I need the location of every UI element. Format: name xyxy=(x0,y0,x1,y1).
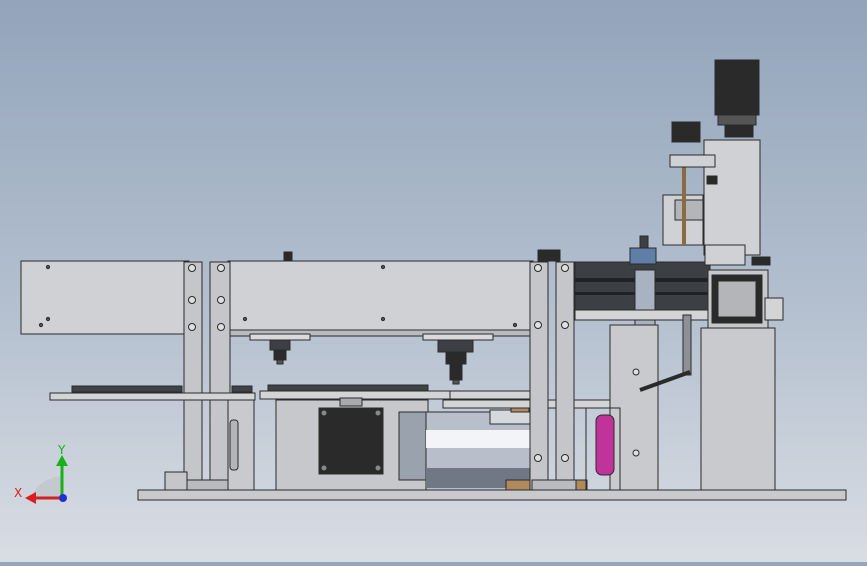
motor-screw xyxy=(320,409,328,417)
bracket-slot xyxy=(229,419,239,471)
spindle-left xyxy=(249,333,311,365)
screw-hole xyxy=(38,322,44,328)
z-top-motor xyxy=(714,59,760,116)
x-axis-arrow xyxy=(25,492,36,504)
post-bolt xyxy=(188,296,196,304)
tower-motor-inner xyxy=(717,280,757,318)
sensor-block xyxy=(629,247,657,265)
left-housing-panel xyxy=(20,260,190,335)
x-axis-label: X xyxy=(14,486,22,500)
motor-screw xyxy=(374,409,382,417)
motor-mount-cap xyxy=(339,397,363,407)
screw-hole xyxy=(242,316,248,322)
z-coupling xyxy=(724,124,754,138)
screw-hole xyxy=(512,322,518,328)
motor-screw xyxy=(320,464,328,472)
post-bolt xyxy=(561,264,569,272)
z-top-bracket xyxy=(669,154,716,168)
top-knob xyxy=(283,251,293,262)
post-bolt xyxy=(188,323,196,331)
post-bolt xyxy=(561,454,569,462)
cad-viewport[interactable]: Y X xyxy=(0,0,867,562)
middle-shelf xyxy=(449,390,533,400)
column-bolt xyxy=(632,449,640,457)
tower-clamp xyxy=(764,297,784,321)
machine-assembly xyxy=(20,59,847,501)
post-bolt xyxy=(217,264,225,272)
screw-hole xyxy=(380,316,386,322)
magenta-disk xyxy=(595,414,615,476)
left-shelf xyxy=(49,392,256,401)
top-knob xyxy=(537,249,561,262)
post-bolt xyxy=(561,321,569,329)
screw-hole xyxy=(380,264,386,270)
post-bolt xyxy=(534,321,542,329)
module-endcap xyxy=(574,309,714,321)
post-bolt xyxy=(188,264,196,272)
y-axis-label: Y xyxy=(57,443,66,457)
z-motor-shaft-cap xyxy=(717,114,757,126)
knob xyxy=(751,256,771,266)
post-bolt xyxy=(217,296,225,304)
brass-bushing xyxy=(505,479,531,491)
sensor-tip xyxy=(639,235,649,249)
tower-base xyxy=(700,327,776,491)
small-foot xyxy=(164,471,188,491)
knob xyxy=(706,175,718,185)
spindle-center xyxy=(422,333,494,385)
post-bolt xyxy=(534,454,542,462)
post-foot xyxy=(185,479,229,491)
main-housing-panel xyxy=(227,260,534,335)
left-shelf-pad xyxy=(71,385,183,393)
post-foot xyxy=(531,479,577,491)
axis-origin xyxy=(59,494,67,502)
coordinate-triad: Y X xyxy=(14,443,68,504)
column-bolt xyxy=(632,368,640,376)
base-plate xyxy=(137,489,847,501)
assembly-drawing: Y X xyxy=(14,59,847,504)
z-lower-bracket xyxy=(704,244,746,266)
rack-gear xyxy=(682,314,692,376)
post-bolt xyxy=(217,323,225,331)
stepper-motor-face xyxy=(318,407,384,475)
drum-flange xyxy=(398,411,430,481)
screw-hole xyxy=(45,316,51,322)
post-bolt xyxy=(534,264,542,272)
z-axis-slider xyxy=(674,199,704,221)
drum-highlight xyxy=(426,430,534,448)
z-belt-pulley xyxy=(671,121,701,143)
motor-screw xyxy=(374,464,382,472)
screw-hole xyxy=(45,264,51,270)
brass-bushing xyxy=(574,479,588,491)
middle-shelf-pad xyxy=(267,384,429,392)
left-shelf-pad xyxy=(231,385,253,393)
